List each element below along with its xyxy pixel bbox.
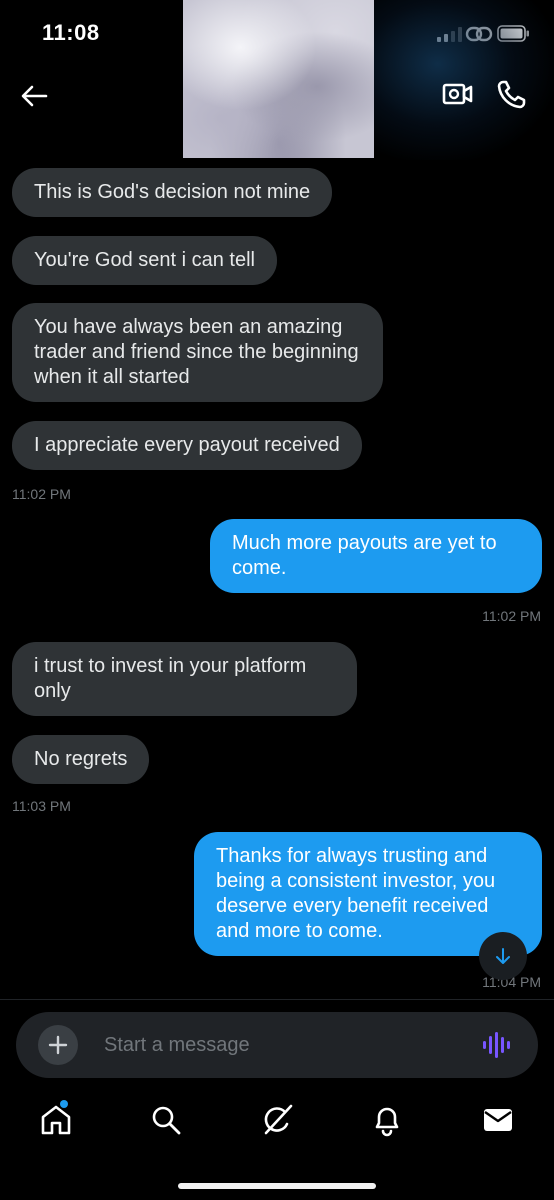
message-bubble-outgoing[interactable]: Much more payouts are yet to come. — [210, 519, 542, 593]
divider — [0, 999, 554, 1000]
message-bubble-incoming[interactable]: You're God sent i can tell — [12, 236, 277, 285]
tab-home[interactable] — [38, 1102, 74, 1138]
message-input[interactable] — [104, 1030, 464, 1060]
home-notification-dot — [60, 1100, 68, 1108]
avatar[interactable] — [183, 0, 374, 158]
home-indicator — [178, 1183, 376, 1189]
tab-grok[interactable] — [259, 1102, 295, 1138]
message-bubble-incoming[interactable]: This is God's decision not mine — [12, 168, 333, 217]
tab-messages[interactable] — [480, 1102, 516, 1138]
message-composer — [16, 1012, 538, 1078]
search-icon — [152, 1106, 181, 1135]
message-bubble-incoming[interactable]: You have always been an amazing trader a… — [12, 303, 383, 402]
messages-icon — [484, 1109, 512, 1131]
tab-notifications[interactable] — [369, 1102, 405, 1138]
scroll-to-bottom-button[interactable] — [479, 932, 527, 980]
back-button[interactable] — [14, 76, 54, 116]
arrow-down-icon — [496, 948, 510, 964]
message-timestamp: 11:02 PM — [482, 608, 541, 624]
grok-icon — [264, 1104, 293, 1135]
add-media-button[interactable] — [38, 1025, 78, 1065]
message-timestamp: 11:02 PM — [12, 486, 71, 502]
message-bubble-incoming[interactable]: i trust to invest in your platform only — [12, 642, 357, 716]
status-time: 11:08 — [42, 20, 100, 45]
voice-message-icon[interactable] — [482, 1031, 512, 1059]
home-icon — [41, 1105, 71, 1135]
notifications-icon — [375, 1107, 399, 1137]
video-call-icon[interactable] — [440, 76, 476, 112]
tab-search[interactable] — [148, 1102, 184, 1138]
message-bubble-incoming[interactable]: No regrets — [12, 735, 150, 784]
message-bubble-incoming[interactable]: I appreciate every payout received — [12, 421, 362, 470]
phone-icon[interactable] — [494, 76, 530, 112]
message-timestamp: 11:03 PM — [12, 798, 71, 814]
plus-icon — [48, 1035, 68, 1055]
back-arrow-icon — [21, 85, 48, 107]
